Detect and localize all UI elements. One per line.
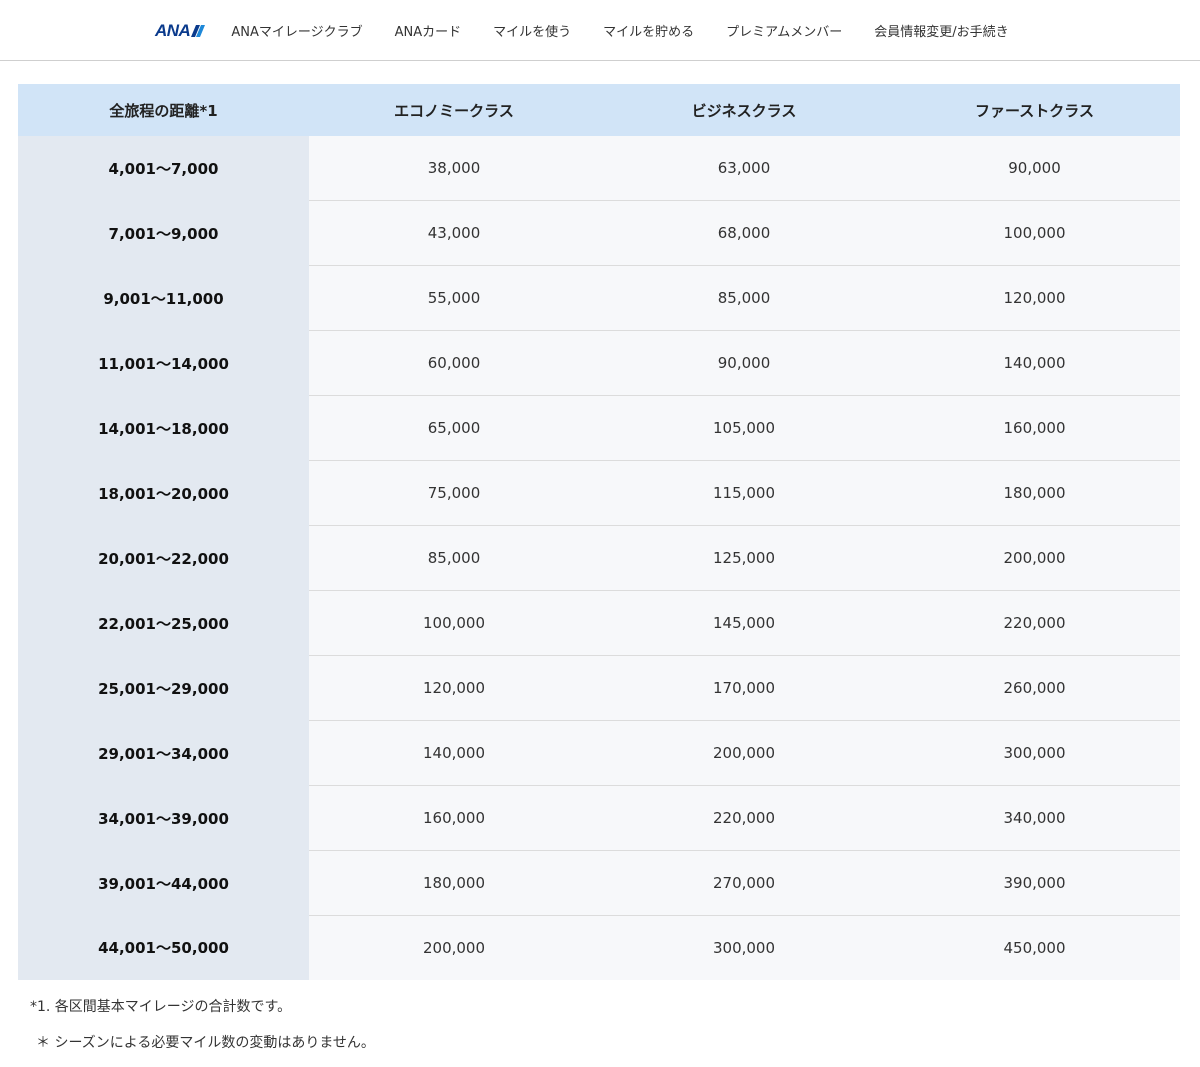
nav-item-ana-card[interactable]: ANAカード xyxy=(395,21,462,40)
table-row: 14,001～18,000 65,000 105,000 160,000 xyxy=(18,395,1180,461)
cell-business: 85,000 xyxy=(599,265,889,331)
cell-first: 120,000 xyxy=(889,265,1180,331)
table-row: 4,001～7,000 38,000 63,000 90,000 xyxy=(18,136,1180,201)
cell-first: 220,000 xyxy=(889,590,1180,656)
header-business: ビジネスクラス xyxy=(599,84,889,136)
cell-distance: 14,001～18,000 xyxy=(18,395,309,461)
cell-economy: 38,000 xyxy=(309,136,599,201)
cell-economy: 180,000 xyxy=(309,850,599,916)
cell-business: 105,000 xyxy=(599,395,889,461)
nav-item-mileage-club[interactable]: ANAマイレージクラブ xyxy=(231,21,362,40)
cell-distance: 44,001～50,000 xyxy=(18,915,309,980)
footnote-distance: *1. 各区間基本マイレージの合計数です。 xyxy=(30,999,292,1015)
cell-economy: 160,000 xyxy=(309,785,599,851)
nav-item-premium-member[interactable]: プレミアムメンバー xyxy=(726,21,842,40)
cell-business: 125,000 xyxy=(599,525,889,591)
cell-distance: 20,001～22,000 xyxy=(18,525,309,591)
cell-distance: 7,001～9,000 xyxy=(18,200,309,266)
cell-business: 270,000 xyxy=(599,850,889,916)
cell-first: 180,000 xyxy=(889,460,1180,526)
cell-distance: 29,001～34,000 xyxy=(18,720,309,786)
cell-business: 90,000 xyxy=(599,330,889,396)
header-first: ファーストクラス xyxy=(889,84,1180,136)
award-miles-table-container: 全旅程の距離*1 エコノミークラス ビジネスクラス ファーストクラス 4,001… xyxy=(18,84,1180,980)
table-row: 18,001～20,000 75,000 115,000 180,000 xyxy=(18,460,1180,526)
cell-first: 260,000 xyxy=(889,655,1180,721)
cell-economy: 75,000 xyxy=(309,460,599,526)
cell-business: 115,000 xyxy=(599,460,889,526)
cell-first: 200,000 xyxy=(889,525,1180,591)
cell-distance: 39,001～44,000 xyxy=(18,850,309,916)
cell-business: 170,000 xyxy=(599,655,889,721)
footnote-season: ＊ シーズンによる必要マイル数の変動はありません。 xyxy=(36,1035,375,1051)
cell-economy: 120,000 xyxy=(309,655,599,721)
cell-distance: 34,001～39,000 xyxy=(18,785,309,851)
table-row: 7,001～9,000 43,000 68,000 100,000 xyxy=(18,200,1180,266)
cell-first: 390,000 xyxy=(889,850,1180,916)
header-distance: 全旅程の距離*1 xyxy=(18,84,309,136)
site-header: ANA ANAマイレージクラブ ANAカード マイルを使う マイルを貯める プレ… xyxy=(0,0,1200,61)
cell-business: 68,000 xyxy=(599,200,889,266)
cell-economy: 85,000 xyxy=(309,525,599,591)
cell-economy: 55,000 xyxy=(309,265,599,331)
cell-business: 300,000 xyxy=(599,915,889,980)
table-row: 44,001～50,000 200,000 300,000 450,000 xyxy=(18,915,1180,980)
cell-economy: 60,000 xyxy=(309,330,599,396)
ana-logo-stripes-icon xyxy=(191,24,206,37)
table-row: 22,001～25,000 100,000 145,000 220,000 xyxy=(18,590,1180,656)
table-row: 34,001～39,000 160,000 220,000 340,000 xyxy=(18,785,1180,851)
award-miles-table: 全旅程の距離*1 エコノミークラス ビジネスクラス ファーストクラス 4,001… xyxy=(18,84,1180,980)
table-header-row: 全旅程の距離*1 エコノミークラス ビジネスクラス ファーストクラス xyxy=(18,84,1180,136)
header-economy: エコノミークラス xyxy=(309,84,599,136)
cell-business: 63,000 xyxy=(599,136,889,201)
table-body: 4,001～7,000 38,000 63,000 90,000 7,001～9,000… xyxy=(18,136,1180,980)
nav-item-member-settings[interactable]: 会員情報変更/お手続き xyxy=(874,21,1008,40)
nav-item-use-miles[interactable]: マイルを使う xyxy=(493,21,571,40)
cell-first: 140,000 xyxy=(889,330,1180,396)
cell-first: 300,000 xyxy=(889,720,1180,786)
cell-first: 450,000 xyxy=(889,915,1180,980)
table-row: 11,001～14,000 60,000 90,000 140,000 xyxy=(18,330,1180,396)
cell-distance: 25,001～29,000 xyxy=(18,655,309,721)
cell-first: 100,000 xyxy=(889,200,1180,266)
table-row: 25,001～29,000 120,000 170,000 260,000 xyxy=(18,655,1180,721)
table-row: 20,001～22,000 85,000 125,000 200,000 xyxy=(18,525,1180,591)
cell-first: 340,000 xyxy=(889,785,1180,851)
nav-item-earn-miles[interactable]: マイルを貯める xyxy=(603,21,694,40)
logo-text: ANA xyxy=(155,20,191,40)
global-nav: ANA ANAマイレージクラブ ANAカード マイルを使う マイルを貯める プレ… xyxy=(155,0,1009,61)
cell-first: 160,000 xyxy=(889,395,1180,461)
cell-distance: 9,001～11,000 xyxy=(18,265,309,331)
table-row: 39,001～44,000 180,000 270,000 390,000 xyxy=(18,850,1180,916)
cell-business: 220,000 xyxy=(599,785,889,851)
cell-distance: 18,001～20,000 xyxy=(18,460,309,526)
cell-distance: 11,001～14,000 xyxy=(18,330,309,396)
cell-economy: 65,000 xyxy=(309,395,599,461)
cell-first: 90,000 xyxy=(889,136,1180,201)
cell-economy: 43,000 xyxy=(309,200,599,266)
cell-business: 145,000 xyxy=(599,590,889,656)
table-row: 29,001～34,000 140,000 200,000 300,000 xyxy=(18,720,1180,786)
cell-distance: 4,001～7,000 xyxy=(18,136,309,201)
cell-economy: 200,000 xyxy=(309,915,599,980)
cell-business: 200,000 xyxy=(599,720,889,786)
table-row: 9,001～11,000 55,000 85,000 120,000 xyxy=(18,265,1180,331)
footnotes: *1. 各区間基本マイレージの合計数です。 ＊ シーズンによる必要マイル数の変動… xyxy=(30,996,375,1054)
ana-logo[interactable]: ANA xyxy=(155,20,206,41)
cell-economy: 140,000 xyxy=(309,720,599,786)
cell-economy: 100,000 xyxy=(309,590,599,656)
cell-distance: 22,001～25,000 xyxy=(18,590,309,656)
